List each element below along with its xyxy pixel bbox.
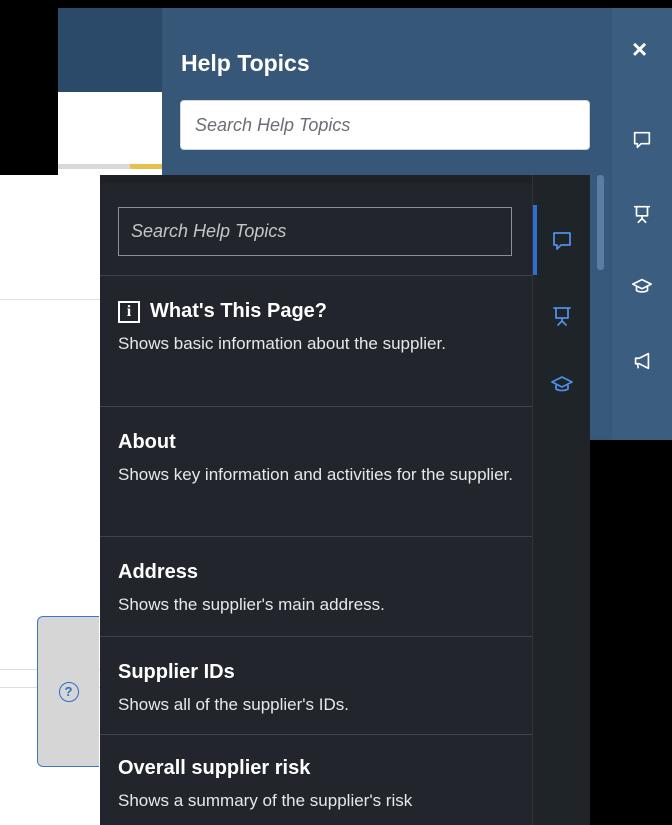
info-icon: i	[118, 300, 140, 323]
topic-title: About	[118, 431, 176, 453]
topic-title: What's This Page?	[150, 300, 328, 322]
graduation-cap-icon	[632, 278, 652, 293]
close-icon[interactable]: ×	[632, 36, 647, 62]
back-rail-announcements-button[interactable]	[612, 341, 672, 381]
back-panel-scrollbar[interactable]	[590, 175, 610, 435]
graduation-cap-icon	[551, 376, 573, 392]
back-rail-help-button[interactable]	[612, 120, 672, 160]
front-search-input[interactable]: Search Help Topics	[118, 207, 512, 256]
comment-icon	[633, 131, 651, 149]
question-circle-icon: ?	[58, 681, 79, 702]
presentation-icon	[633, 205, 651, 224]
front-rail-learning-button[interactable]	[533, 364, 591, 404]
topic-overall-supplier-risk[interactable]: Overall supplier risk Shows a summary of…	[100, 734, 532, 825]
back-rail-guides-button[interactable]	[612, 194, 672, 234]
comment-icon	[553, 232, 571, 250]
topic-title: Address	[118, 561, 199, 583]
back-side-rail: ×	[612, 8, 672, 440]
topic-title: Overall supplier risk	[118, 757, 311, 779]
panel-header-strip	[100, 175, 532, 183]
front-side-rail	[532, 175, 590, 825]
topic-about[interactable]: About Shows key information and activiti…	[100, 406, 532, 536]
back-rail-learning-button[interactable]	[612, 266, 672, 306]
help-launcher-button[interactable]: ?	[37, 616, 99, 767]
topic-description: Shows all of the supplier's IDs.	[118, 695, 349, 714]
megaphone-icon	[634, 352, 650, 370]
topic-description: Shows a summary of the supplier's risk	[118, 791, 413, 810]
front-help-panel: Search Help Topics i What's This Page? S…	[100, 175, 532, 825]
back-search-input[interactable]: Search Help Topics	[180, 100, 590, 150]
topic-description: Shows the supplier's main address.	[118, 595, 385, 614]
back-panel-title: Help Topics	[181, 50, 310, 76]
front-rail-guides-button[interactable]	[533, 296, 591, 336]
topic-title: Supplier IDs	[118, 661, 235, 683]
scrollbar-thumb[interactable]	[597, 175, 604, 270]
page-divider	[0, 299, 100, 300]
topic-description: Shows key information and activities for…	[118, 465, 513, 484]
topic-supplier-ids[interactable]: Supplier IDs Shows all of the supplier's…	[100, 636, 532, 734]
presentation-icon	[553, 307, 571, 326]
topic-whats-this-page[interactable]: i What's This Page? Shows basic informat…	[100, 275, 532, 406]
topic-description: Shows basic information about the suppli…	[118, 334, 446, 353]
front-rail-help-button[interactable]	[533, 221, 591, 261]
topic-address[interactable]: Address Shows the supplier's main addres…	[100, 536, 532, 636]
